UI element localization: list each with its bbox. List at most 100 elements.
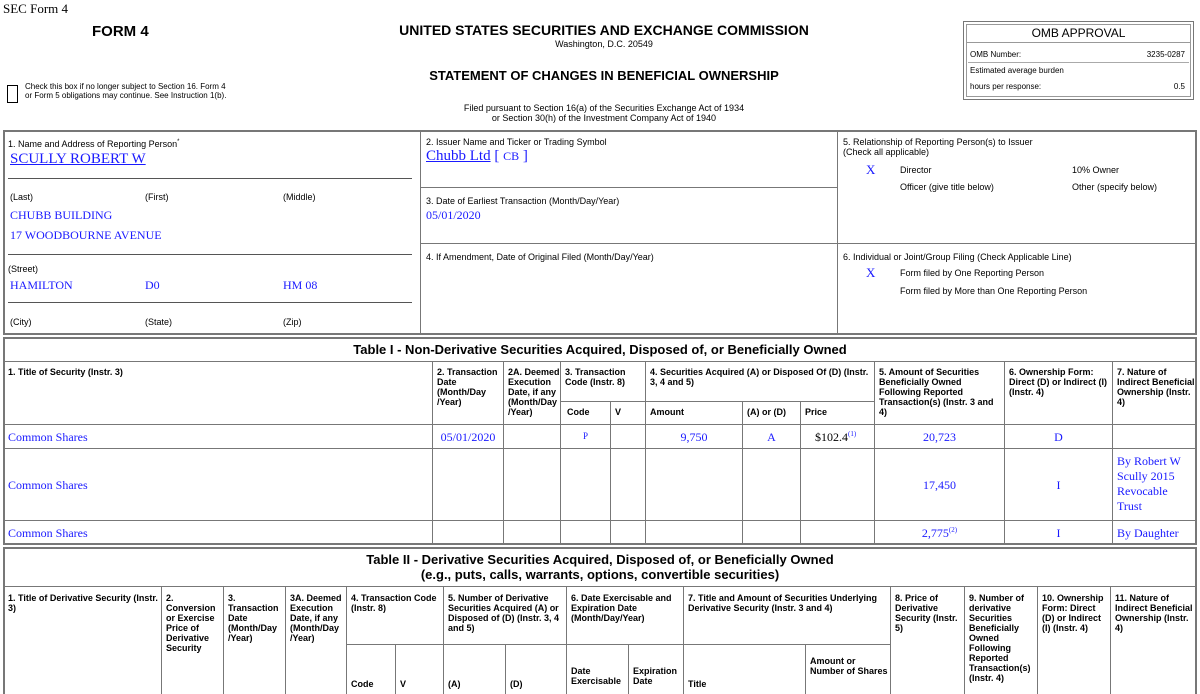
t2-h-conversion: 2. Conversion or Exercise Price of Deriv… — [166, 593, 216, 653]
t2-h-deemed: 3A. Deemed Execution Date, if any (Month… — [290, 593, 342, 643]
t2-h-exercisable: 6. Date Exercisable and Expiration Date … — [571, 593, 672, 623]
t1-h-securities: 4. Securities Acquired (A) or Disposed O… — [650, 367, 869, 387]
t2-h-underlying: 7. Title and Amount of Securities Underl… — [688, 593, 878, 613]
t2-h-number-owned: 9. Number of derivative Securities Benef… — [969, 593, 1031, 683]
filed-pursuant-line1: Filed pursuant to Section 16(a) of the S… — [463, 103, 745, 113]
omb-burden-label: Estimated average burden — [970, 66, 1064, 75]
t1-line-row2 — [4, 520, 1196, 521]
t1-r1-title: Common Shares — [8, 430, 88, 444]
one-person-label: Form filed by One Reporting Person — [900, 268, 1045, 278]
director-mark: X — [866, 162, 876, 177]
other-label: Other (specify below) — [1072, 182, 1158, 192]
table1-title: Table I - Non-Derivative Securities Acqu… — [353, 342, 847, 357]
t1-h-amount-sub: Amount — [650, 407, 684, 417]
t1-line-sub — [560, 401, 874, 402]
t2-h-code: 4. Transaction Code (Instr. 8) — [351, 593, 437, 613]
issuer-link[interactable]: Chubb Ltd — [426, 148, 491, 164]
reporting-person-link[interactable]: SCULLY ROBERT W — [10, 151, 146, 168]
t1-r1-aord: A — [767, 430, 776, 444]
box1-line-3 — [8, 302, 412, 303]
t2-line-top — [4, 586, 1196, 587]
t1-h-amount-owned: 5. Amount of Securities Beneficially Own… — [879, 367, 994, 417]
state-label: (State) — [145, 317, 173, 327]
divider-box6 — [838, 243, 1196, 244]
omb-number-label: OMB Number: — [970, 50, 1022, 59]
omb-hours-value: 0.5 — [1173, 82, 1185, 91]
t1-r1-code: P — [582, 431, 588, 441]
t2-v10 — [683, 587, 684, 694]
t2-h-date: 3. Transaction Date (Month/Day /Year) — [228, 593, 279, 643]
t2-v13 — [964, 587, 965, 694]
sec-form-label: SEC Form 4 — [3, 1, 69, 16]
omb-hours-label: hours per response: — [970, 82, 1042, 91]
t1-v5 — [645, 362, 646, 544]
t1-h-date: 2. Transaction Date (Month/Day /Year) — [437, 367, 498, 407]
issuer-line: Chubb Ltd [ CB ] — [426, 148, 528, 165]
divider-box3 — [421, 187, 837, 188]
officer-label: Officer (give title below) — [900, 182, 994, 192]
t1-r3-form: I — [1056, 526, 1061, 540]
t2-h-ownership-form: 10. Ownership Form: Direct (D) or Indire… — [1042, 593, 1104, 633]
t1-v4 — [610, 401, 611, 544]
t1-r1-owned: 20,723 — [923, 430, 956, 444]
box3-label: 3. Date of Earliest Transaction (Month/D… — [426, 196, 620, 206]
box4-label: 4. If Amendment, Date of Original Filed … — [426, 252, 654, 262]
box1-label-mark: * — [177, 139, 180, 145]
last-label: (Last) — [10, 192, 34, 202]
city-label: (City) — [10, 317, 32, 327]
table2-title: Table II - Derivative Securities Acquire… — [366, 552, 834, 567]
t1-v1 — [432, 362, 433, 544]
box5-label: 5. Relationship of Reporting Person(s) t… — [843, 137, 1033, 147]
middle-label: (Middle) — [283, 192, 316, 202]
street-label: (Street) — [8, 264, 39, 274]
t1-h-nature: 7. Nature of Indirect Beneficial Ownersh… — [1117, 367, 1195, 407]
box1-label: 1. Name and Address of Reporting Person* — [8, 137, 179, 149]
t1-r1-price-footnote[interactable]: (1) — [848, 430, 856, 438]
section16-checkbox[interactable] — [7, 85, 18, 103]
reporting-section — [3, 130, 1197, 335]
box1-label-text: 1. Name and Address of Reporting Person — [8, 139, 178, 149]
t2-h-title-sub: Title — [688, 679, 707, 689]
t1-r1-price: $102.4(1) — [815, 430, 856, 445]
address-line2: 17 WOODBOURNE AVENUE — [10, 228, 162, 242]
zip-value: HM 08 — [283, 278, 318, 292]
ticker-bracket-close: ] — [522, 148, 528, 164]
box1-line-1 — [8, 178, 412, 179]
state-value: D0 — [145, 278, 160, 292]
statement-title: STATEMENT OF CHANGES IN BENEFICIAL OWNER… — [429, 68, 779, 83]
t1-h-deemed: 2A. Deemed Execution Date, if any (Month… — [508, 367, 560, 417]
omb-number-value: 3235-0287 — [1146, 50, 1185, 59]
t2-v12 — [890, 587, 891, 694]
box5-sublabel: (Check all applicable) — [843, 147, 930, 157]
t2-h-title: 1. Title of Derivative Security (Instr. … — [8, 593, 158, 613]
t2-v11 — [805, 644, 806, 694]
t2-v8 — [566, 587, 567, 694]
t1-h-code-sub: Code — [567, 407, 590, 417]
form-title: FORM 4 — [92, 23, 149, 40]
t2-v1 — [161, 587, 162, 694]
filed-pursuant-line2: or Section 30(h) of the Investment Compa… — [491, 113, 717, 123]
t1-v2 — [503, 362, 504, 544]
t1-r1-date: 05/01/2020 — [440, 430, 496, 444]
first-label: (First) — [145, 192, 169, 202]
t2-h-date-ex-sub: Date Exercisable — [571, 666, 622, 686]
table2-subtitle: (e.g., puts, calls, warrants, options, c… — [420, 567, 780, 582]
t1-r3-owned-footnote[interactable]: (2) — [949, 526, 957, 534]
more-persons-label: Form filed by More than One Reporting Pe… — [900, 286, 1088, 296]
agency-location: Washington, D.C. 20549 — [555, 39, 653, 49]
ticker-link[interactable]: CB — [503, 149, 519, 163]
t2-h-amount-sub: Amount or Number of Shares — [810, 656, 888, 676]
t1-h-ownership-form: 6. Ownership Form: Direct (D) or Indirec… — [1009, 367, 1108, 397]
t1-v9 — [1004, 362, 1005, 544]
t1-v3 — [560, 362, 561, 544]
t2-h-exp-sub: Expiration Date — [633, 666, 678, 686]
t1-r2-nature: By Robert W Scully 2015 Revocable Trust — [1117, 454, 1181, 513]
t1-h-aord-sub: (A) or (D) — [747, 407, 786, 417]
t2-v14 — [1037, 587, 1038, 694]
divider-box4 — [421, 243, 837, 244]
divider-box1 — [420, 131, 421, 334]
earliest-transaction-date: 05/01/2020 — [426, 208, 481, 222]
t1-v8 — [874, 362, 875, 544]
omb-divider-2 — [968, 62, 1189, 63]
address-line1: CHUBB BUILDING — [10, 208, 113, 222]
